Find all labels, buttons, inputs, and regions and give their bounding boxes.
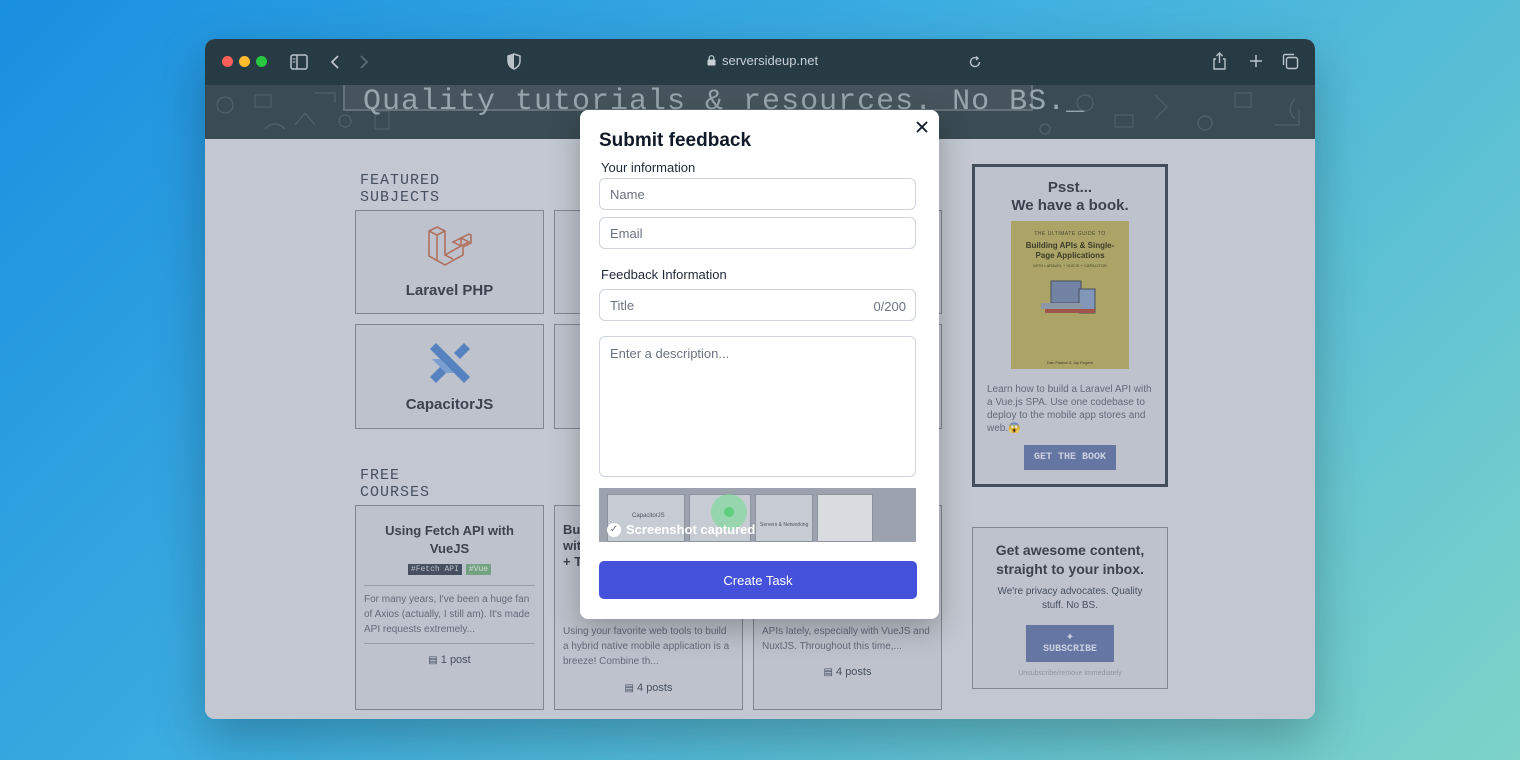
lock-icon <box>707 55 716 66</box>
shot-tile-label: Servers & Networking <box>760 522 809 528</box>
reload-icon[interactable] <box>968 55 982 69</box>
sidebar-toggle-icon[interactable] <box>290 54 308 70</box>
shot-tile-label: CapacitorJS <box>632 513 665 519</box>
shot-tile <box>817 494 873 542</box>
close-window-button[interactable] <box>222 56 233 67</box>
share-icon[interactable] <box>1212 52 1227 71</box>
your-information-label: Your information <box>601 160 696 175</box>
modal-title: Submit feedback <box>599 130 752 151</box>
feedback-information-label: Feedback Information <box>601 267 727 282</box>
checkmark-icon: ✓ <box>607 522 621 537</box>
address-bar[interactable]: serversideup.net <box>707 53 818 68</box>
back-icon[interactable] <box>330 54 340 70</box>
maximize-window-button[interactable] <box>256 56 267 67</box>
title-char-counter: 0/200 <box>873 299 906 314</box>
url-text: serversideup.net <box>722 53 819 68</box>
minimize-window-button[interactable] <box>239 56 250 67</box>
screenshot-preview[interactable]: CapacitorJS Servers & Networking ✓ Scree… <box>599 488 916 542</box>
shot-tile: Servers & Networking <box>755 494 813 542</box>
privacy-shield-icon[interactable] <box>507 53 521 70</box>
tab-overview-icon[interactable] <box>1282 53 1299 70</box>
screenshot-status: ✓ Screenshot captured <box>607 522 755 537</box>
traffic-lights <box>222 56 267 67</box>
description-field[interactable] <box>599 336 916 477</box>
feedback-modal: Submit feedback Your information Feedbac… <box>580 110 939 619</box>
create-task-button[interactable]: Create Task <box>599 561 917 599</box>
title-field[interactable] <box>599 289 916 321</box>
close-icon[interactable] <box>913 118 931 136</box>
new-tab-icon[interactable] <box>1249 54 1263 68</box>
name-field[interactable] <box>599 178 916 210</box>
email-field[interactable] <box>599 217 916 249</box>
forward-icon[interactable] <box>359 54 369 70</box>
browser-toolbar: serversideup.net <box>205 39 1315 85</box>
screenshot-status-text: Screenshot captured <box>626 522 756 537</box>
